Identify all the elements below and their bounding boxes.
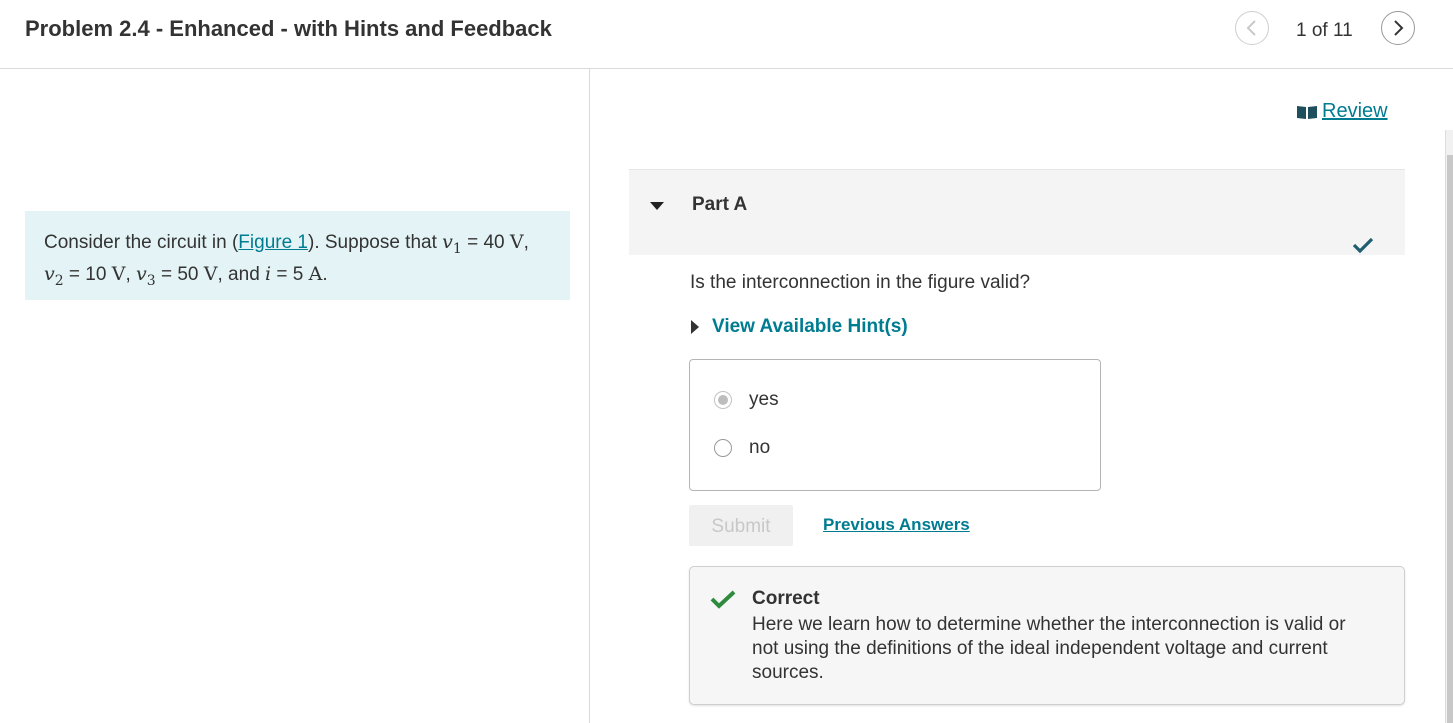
review-link[interactable]: Review xyxy=(1296,100,1388,123)
scrollbar-thumb[interactable] xyxy=(1447,155,1453,723)
hint-label: View Available Hint(s) xyxy=(712,316,908,337)
problem-header: Problem 2.4 - Enhanced - with Hints and … xyxy=(0,0,1453,69)
problem-counter: 1 of 11 xyxy=(1296,20,1353,41)
math-i: i = 5 A. xyxy=(265,262,328,285)
problem-title: Problem 2.4 - Enhanced - with Hints and … xyxy=(25,16,552,41)
answer-choices: yes no xyxy=(689,359,1101,491)
book-icon xyxy=(1297,105,1317,119)
choice-yes[interactable]: yes xyxy=(714,389,779,411)
previous-answers-link[interactable]: Previous Answers xyxy=(823,515,970,535)
pane-divider xyxy=(589,69,590,723)
question-text: Is the interconnection in the figure val… xyxy=(690,272,1031,293)
caret-down-icon xyxy=(650,202,664,210)
math-v1: v1 = 40 V, xyxy=(442,231,529,257)
checkmark-icon xyxy=(1352,237,1374,254)
submit-button[interactable]: Submit xyxy=(689,505,793,546)
caret-right-icon xyxy=(691,320,699,334)
figure-link[interactable]: Figure 1 xyxy=(238,232,308,253)
choice-label: yes xyxy=(749,389,779,410)
math-v2: v2 = 10 V, xyxy=(44,262,137,289)
math-v3: v3 = 50 V, and xyxy=(136,262,266,289)
intro-text: Consider the circuit in ( xyxy=(44,232,239,253)
previous-problem-button[interactable] xyxy=(1235,11,1269,45)
radio-yes[interactable] xyxy=(714,391,732,409)
chevron-left-icon xyxy=(1246,20,1256,36)
feedback-text: Here we learn how to determine whether t… xyxy=(752,614,1346,683)
next-problem-button[interactable] xyxy=(1381,11,1415,45)
view-hints-toggle[interactable]: View Available Hint(s) xyxy=(690,316,908,338)
intro-text: ). Suppose that xyxy=(308,232,443,253)
choice-label: no xyxy=(749,437,771,458)
part-a-header[interactable]: Part A xyxy=(629,169,1405,255)
radio-no[interactable] xyxy=(714,439,732,457)
feedback-title: Correct xyxy=(752,588,820,609)
part-title: Part A xyxy=(692,194,748,215)
correct-check-icon xyxy=(710,590,736,609)
chevron-right-icon xyxy=(1394,20,1404,36)
choice-no[interactable]: no xyxy=(714,437,770,459)
problem-intro: Consider the circuit in (Figure 1). Supp… xyxy=(25,211,570,300)
feedback-box: Correct Here we learn how to determine w… xyxy=(689,566,1405,705)
review-label: Review xyxy=(1322,100,1388,122)
